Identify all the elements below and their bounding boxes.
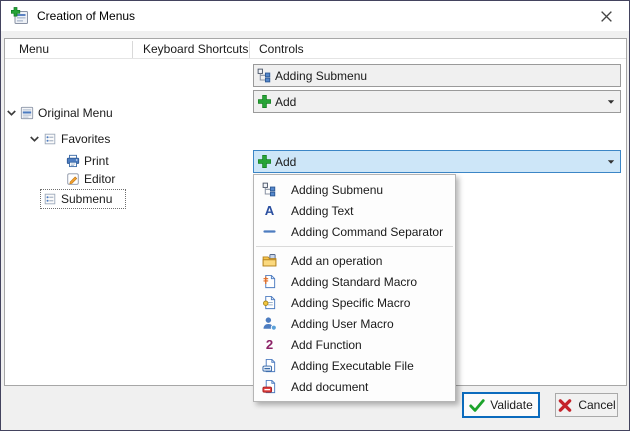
menu-item-label: Adding Text (291, 204, 354, 218)
menu-item-adding-text[interactable]: A Adding Text (254, 200, 455, 221)
tree-item-favorites[interactable]: Favorites (29, 128, 115, 150)
table-header: Menu Keyboard Shortcuts Controls (5, 39, 626, 59)
window-title: Creation of Menus (37, 9, 135, 23)
column-separator (132, 41, 133, 58)
orgchart-icon (262, 182, 277, 197)
add-combo-add-row1[interactable]: Add (253, 90, 621, 113)
menu-item-add-function[interactable]: 2 Add Function (254, 334, 455, 355)
control-label: Add (275, 155, 296, 169)
close-icon (600, 10, 613, 23)
submenu-icon (43, 192, 57, 206)
menu-item-adding-submenu[interactable]: Adding Submenu (254, 179, 455, 200)
chevron-slot-empty (29, 191, 40, 207)
tree-item-editor[interactable]: Editor (52, 168, 120, 190)
app-menu-plus-icon (11, 7, 29, 25)
validate-button-label: Validate (490, 398, 532, 412)
chevron-down-icon[interactable] (29, 131, 40, 147)
submenu-icon (43, 132, 57, 146)
tree-item-label: Submenu (61, 192, 112, 206)
creation-of-menus-dialog: Creation of Menus Menu Keyboard Shortcut… (0, 0, 630, 431)
cancel-button-label: Cancel (578, 398, 615, 412)
menu-item-label: Adding Submenu (291, 183, 383, 197)
menu-item-adding-standard-macro[interactable]: Adding Standard Macro (254, 271, 455, 292)
document-icon (262, 379, 277, 394)
chevron-down-icon[interactable] (6, 105, 17, 121)
tree-item-label: Print (84, 154, 109, 168)
control-label: Adding Submenu (275, 69, 367, 83)
tree-item-content: Editor (63, 169, 120, 189)
menu-item-add-document[interactable]: Add document (254, 376, 455, 397)
orgchart-icon (257, 68, 272, 83)
tree-selection-box: Submenu (40, 189, 126, 209)
editor-icon (66, 172, 80, 186)
column-separator (249, 41, 250, 58)
add-combo-add-row4[interactable]: Add (253, 150, 621, 173)
menu-item-label: Adding Command Separator (291, 225, 443, 239)
tree-item-content: Favorites (40, 129, 115, 149)
svg-text:A: A (265, 203, 275, 218)
menu-item-label: Add an operation (291, 254, 382, 268)
tree-item-label: Original Menu (38, 106, 113, 120)
executable-icon (262, 358, 277, 373)
text-icon: A (262, 203, 277, 218)
menu-item-label: Adding Specific Macro (291, 296, 410, 310)
menu-item-adding-specific-macro[interactable]: Adding Specific Macro (254, 292, 455, 313)
column-header-menu: Menu (19, 42, 49, 56)
menu-item-adding-command-separator[interactable]: Adding Command Separator (254, 221, 455, 242)
check-icon (469, 398, 485, 413)
menu-item-label: Adding Standard Macro (291, 275, 417, 289)
svg-text:2: 2 (266, 337, 273, 352)
separator-icon (262, 224, 277, 239)
cross-icon (557, 398, 573, 413)
chevron-slot-empty (52, 153, 63, 169)
tree-item-content: Original Menu (17, 103, 118, 123)
control-button-adding-submenu-row0[interactable]: Adding Submenu (253, 64, 621, 87)
user-macro-icon (262, 316, 277, 331)
titlebar: Creation of Menus (1, 1, 629, 31)
add-dropdown-menu: Adding Submenu A Adding Text Adding Command… (253, 174, 456, 402)
specific-macro-icon (262, 295, 277, 310)
menu-item-adding-executable-file[interactable]: Adding Executable File (254, 355, 455, 376)
control-label: Add (275, 95, 296, 109)
cancel-button[interactable]: Cancel (555, 393, 618, 417)
combo-arrow-icon (607, 158, 615, 166)
standard-macro-icon (262, 274, 277, 289)
combo-arrow-icon (607, 98, 615, 106)
validate-button[interactable]: Validate (462, 392, 540, 418)
tree-item-label: Favorites (61, 132, 110, 146)
column-header-controls: Controls (259, 42, 304, 56)
add-icon (257, 154, 272, 169)
column-header-keyboard-shortcuts: Keyboard Shortcuts (143, 42, 248, 56)
menu-item-adding-user-macro[interactable]: Adding User Macro (254, 313, 455, 334)
menu-item-add-an-operation[interactable]: Add an operation (254, 250, 455, 271)
menu-item-label: Adding User Macro (291, 317, 394, 331)
add-icon (257, 94, 272, 109)
function-icon: 2 (262, 337, 277, 352)
menu-item-label: Add Function (291, 338, 362, 352)
menu-item-label: Adding Executable File (291, 359, 414, 373)
close-button[interactable] (591, 4, 621, 28)
tree-item-original-menu[interactable]: Original Menu (6, 102, 118, 124)
tree-item-submenu[interactable]: Submenu (29, 188, 126, 210)
menu-icon (20, 106, 34, 120)
menu-item-label: Add document (291, 380, 368, 394)
tree-item-label: Editor (84, 172, 115, 186)
chevron-slot-empty (52, 171, 63, 187)
menu-separator (256, 246, 453, 247)
printer-icon (66, 154, 80, 168)
operation-icon (262, 253, 277, 268)
